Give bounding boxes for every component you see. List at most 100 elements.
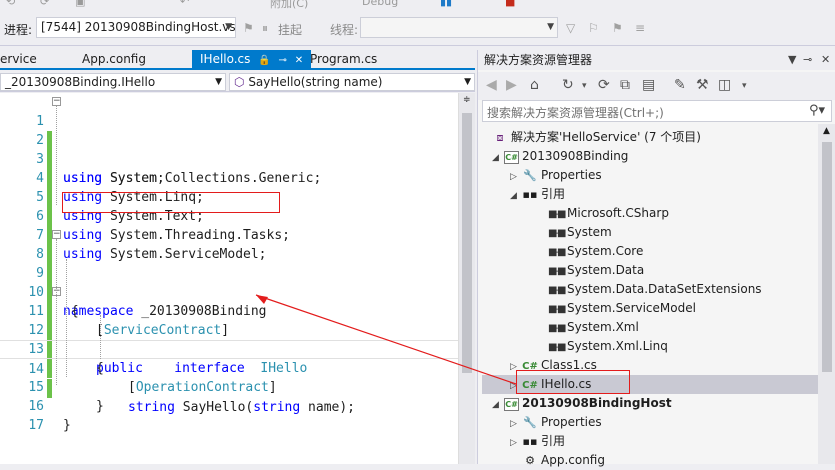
document-tab-bar: ervice App.config IHello.cs 🔒 ⊸ ✕ Progra… [0,50,475,70]
reference-icon: ■-■ [548,209,567,220]
view-code-icon[interactable]: ⚒ [696,77,709,93]
refresh-icon[interactable]: ⟳ [598,77,610,93]
tree-node-reference[interactable]: ■-■ System.Xml [548,318,639,337]
config-combo[interactable]: Debug [362,0,398,8]
tree-node-reference[interactable]: ■-■ System.Core [548,242,643,261]
undo-icon[interactable]: ↶ [180,0,189,8]
tree-node-properties[interactable]: ▷ 🔧 Properties [510,413,602,432]
code-line: 17 [28,418,44,433]
tree-node-references[interactable]: ◢ ▪▪ 引用 [510,185,565,204]
tree-node-reference[interactable]: ■-■ System.ServiceModel [548,299,696,318]
flag-clear-icon[interactable]: ⚑ [612,21,623,35]
thread-combo[interactable]: ▼ [360,17,558,38]
tab-ihello-cs[interactable]: IHello.cs 🔒 ⊸ ✕ [192,50,312,68]
code-line: 11 − public interface IHello [28,286,308,377]
solution-explorer: 解决方案资源管理器 ▼ ⊸ ✕ ◀ ▶ ⌂ ↻ ▾ ⟳ ⧉ ▤ ✎ ⚒ ◫ ▾ … [477,50,835,467]
code-line: 12 { [28,323,104,376]
tab-service[interactable]: ervice [0,50,45,68]
indent-guide [56,106,57,205]
threads-icon[interactable]: ⚑ [243,21,254,35]
tree-node-reference[interactable]: ■-■ System.Xml.Linq [548,337,668,356]
tree-node-project[interactable]: ◢ C# 20130908Binding [492,147,628,166]
reference-icon: ■-■ [548,304,567,315]
code-line: 9 { [36,266,79,319]
pin-icon[interactable]: ⊸ [803,50,812,70]
expanded-icon[interactable]: ◢ [492,396,504,415]
attach-button[interactable]: 附加(C) [270,0,308,11]
back-icon[interactable]: ⟲ [6,0,15,8]
references-icon: ▪▪ [522,188,538,201]
scroll-thumb[interactable] [462,113,472,373]
solution-search-input[interactable]: 搜索解决方案资源管理器(Ctrl+;) ⚲▾ [482,100,832,122]
scroll-up-icon[interactable]: ▲ [823,126,830,136]
stack-frame-icon[interactable]: ≡ [635,21,645,35]
break-icon[interactable]: ▮▮ [440,0,452,8]
code-editor[interactable]: 1 − using System; 2 using System.Collect… [0,93,458,464]
wrench-icon: 🔧 [523,169,537,182]
top-toolbar: ⟲ ⟳ ▣ ↶ 附加(C) Debug ▮▮ ■ [0,0,835,12]
references-icon: ▪▪ [522,435,538,448]
explorer-vertical-scrollbar[interactable]: ▲ [818,124,835,464]
search-icon[interactable]: ⚲▾ [809,103,825,118]
sync-icon[interactable]: ↻ [562,77,574,93]
code-line: 16 } [28,399,71,433]
suspend-icon[interactable]: ⏸ [262,21,268,36]
forward-icon[interactable]: ⟳ [40,0,49,8]
member-combo[interactable]: ⬡ SayHello(string name) ▼ [229,73,475,91]
wrench-icon: 🔧 [523,416,537,429]
reference-icon: ■-■ [548,266,567,277]
scroll-thumb[interactable] [822,142,832,372]
close-icon[interactable]: ✕ [821,50,830,70]
type-combo[interactable]: _20130908Binding.IHello ▼ [0,73,226,91]
tree-node-file[interactable]: ⚙ App.config [510,451,605,470]
solution-icon: ⧈ [496,131,504,144]
flag-icon[interactable]: ⚐ [588,21,599,35]
collapse-icon[interactable]: − [52,97,61,106]
csharp-project-icon: C# [504,398,519,411]
expanded-icon[interactable]: ◢ [510,187,522,206]
tab-app-config[interactable]: App.config [74,50,154,68]
process-label: 进程: [4,23,33,37]
show-all-files-icon[interactable]: ▤ [642,77,655,93]
tree-node-solution[interactable]: ⧈ 解决方案'HelloService' (7 个项目) [492,128,702,147]
collapse-all-icon[interactable]: ⧉ [620,77,630,93]
filter-icon[interactable]: ▽ [566,21,575,35]
tree-node-reference[interactable]: ■-■ System.Data [548,261,644,280]
process-combo[interactable]: [7544] 20130908BindingHost.vs ▼ [36,17,236,38]
home-icon[interactable]: ⌂ [530,77,539,93]
tree-node-reference[interactable]: ■-■ System [548,223,612,242]
code-line: 2 using System.Collections.Generic; [36,133,322,186]
panel-title-bar: 解决方案资源管理器 ▼ ⊸ ✕ [478,50,835,70]
suspend-label[interactable]: 挂起 [278,21,302,38]
editor-vertical-scrollbar[interactable]: ≑ [458,93,475,464]
chevron-down-icon[interactable]: ▾ [742,81,747,91]
indent-guide [100,315,101,359]
tab-program-cs[interactable]: Program.cs [302,50,385,68]
navigation-bar: _20130908Binding.IHello ▼ ⬡ SayHello(str… [0,72,475,92]
properties-icon[interactable]: ✎ [674,77,686,93]
tree-node-reference[interactable]: ■-■ Microsoft.CSharp [548,204,669,223]
code-line: 15 } [28,380,104,414]
indent-guide [56,239,57,385]
collapse-icon[interactable]: − [52,230,61,239]
tree-node-reference[interactable]: ■-■ System.Data.DataSetExtensions [548,280,762,299]
tree-node-project[interactable]: ◢ C# 20130908BindingHost [492,394,672,413]
save-icon[interactable]: ▣ [75,0,85,8]
forward-icon[interactable]: ▶ [506,77,517,93]
dropdown-icon[interactable]: ▼ [788,50,796,70]
code-line: 3 using System.Linq; [36,152,204,205]
back-icon[interactable]: ◀ [486,77,497,93]
split-icon[interactable]: ≑ [463,95,471,105]
lock-icon: 🔒 [258,55,271,66]
chevron-down-icon[interactable]: ▾ [582,81,587,91]
tree-node-properties[interactable]: ▷ 🔧 Properties [510,166,602,185]
class-diagram-icon[interactable]: ◫ [718,77,731,93]
reference-icon: ■-■ [548,247,567,258]
pin-icon[interactable]: ⊸ [279,55,287,66]
tree-node-references[interactable]: ▷ ▪▪ 引用 [510,432,565,451]
method-icon: ⬡ [234,75,245,89]
expanded-icon[interactable]: ◢ [492,149,504,168]
stop-icon[interactable]: ■ [505,0,515,8]
config-file-icon: ⚙ [525,454,535,467]
code-line: 13 [OperationContract] [28,342,277,395]
